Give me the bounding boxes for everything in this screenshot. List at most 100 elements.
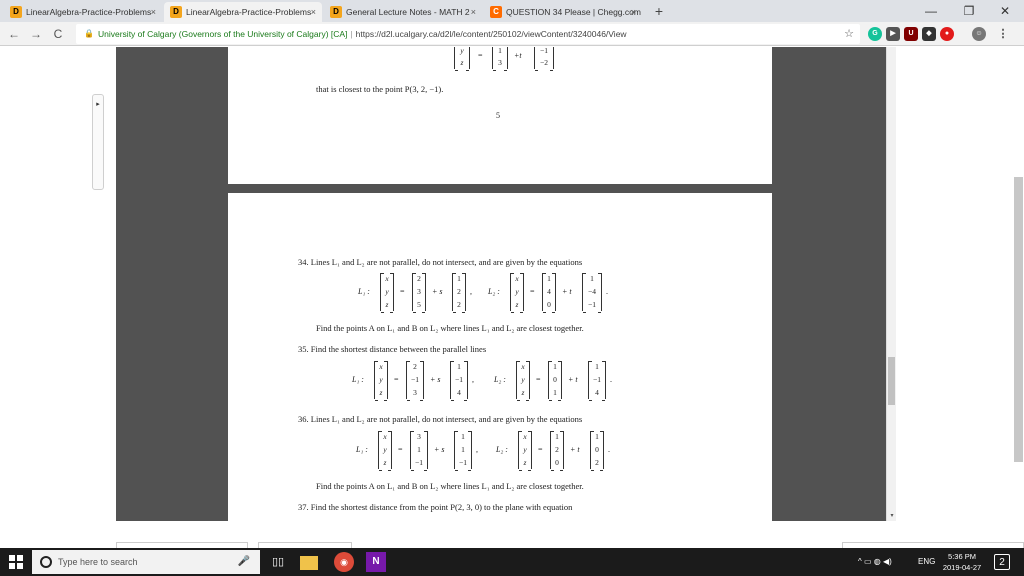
period: . — [606, 287, 608, 296]
pdf-scroll-thumb[interactable] — [888, 357, 895, 405]
close-window-button[interactable]: ✕ — [986, 0, 1024, 22]
pdf-scrollbar[interactable]: ▾ — [886, 47, 896, 521]
q35-equations: L₁ : xyz = 2 −1 3 + s 1 −1 4 , L₂ : xyz = 10… — [352, 361, 682, 401]
pdf-canvas[interactable]: yz = 13 +t −1 −2 that is closest to the p… — [116, 47, 886, 521]
windows-start-icon[interactable] — [8, 554, 24, 570]
cortana-icon — [40, 556, 52, 568]
record-icon[interactable]: ● — [940, 27, 954, 41]
comma: , — [472, 375, 474, 384]
media-icon[interactable]: ▶ — [886, 27, 900, 41]
tab-3[interactable]: C QUESTION 34 Please | Chegg.com × — [484, 2, 642, 22]
microphone-icon[interactable]: 🎤 — [238, 550, 250, 574]
bookmark-star-icon[interactable]: ☆ — [844, 24, 854, 44]
tab-0[interactable]: D LinearAlgebra-Practice-Problems × — [4, 2, 162, 22]
vector-xyz: xyz — [516, 361, 530, 401]
question-36: 36. Lines L₁ and L₂ are not parallel, do… — [298, 414, 583, 424]
tab-title: LinearAlgebra-Practice-Problems — [186, 7, 312, 17]
tab-title: LinearAlgebra-Practice-Problems — [26, 7, 152, 17]
address-bar[interactable]: 🔒 University of Calgary (Governors of th… — [76, 24, 860, 44]
equals-sign: = — [398, 445, 403, 454]
pdf-page-5: yz = 13 +t −1 −2 that is closest to the p… — [228, 47, 772, 184]
back-button[interactable]: ← — [6, 26, 22, 42]
close-icon[interactable]: × — [631, 2, 636, 22]
L1-direction: 1 −1 4 — [450, 361, 468, 401]
cast-icon[interactable]: ◆ — [922, 27, 936, 41]
parameter-t: +t — [514, 51, 522, 60]
L1-label: L₁ : — [356, 445, 368, 454]
tab-2[interactable]: D General Lecture Notes - MATH 2 × — [324, 2, 482, 22]
reload-button[interactable]: C — [50, 26, 66, 42]
system-clock[interactable]: 5:36 PM 2019-04-27 — [940, 551, 984, 573]
vector-direction: −1 −2 — [534, 47, 554, 71]
minimize-button[interactable]: — — [912, 0, 950, 22]
page-scrollbar-thumb[interactable] — [1014, 177, 1023, 462]
ublock-icon[interactable]: U — [904, 27, 918, 41]
question-34: 34. Lines L₁ and L₂ are not parallel, do… — [298, 257, 583, 267]
vector-xyz: xyz — [380, 273, 394, 313]
equals-sign: = — [530, 287, 535, 296]
d2l-icon: D — [170, 6, 182, 18]
forward-button[interactable]: → — [28, 26, 44, 42]
clock-date: 2019-04-27 — [942, 563, 982, 572]
L1-label: L₁ : — [358, 287, 370, 296]
parameter-s: + s — [434, 445, 445, 454]
equals-sign: = — [538, 445, 543, 454]
tab-1[interactable]: D LinearAlgebra-Practice-Problems × — [164, 2, 322, 22]
parameter-s: + s — [430, 375, 441, 384]
collapse-panel-button[interactable]: ▸ — [92, 94, 104, 190]
clock-time: 5:36 PM — [948, 552, 976, 561]
parameter-t: + t — [562, 287, 572, 296]
onenote-icon[interactable]: N — [366, 552, 386, 572]
L2-direction: 1 −1 4 — [588, 361, 606, 401]
L2-label: L₂ : — [488, 287, 500, 296]
L1-point: 2 −1 3 — [406, 361, 424, 401]
restore-button[interactable]: ❐ — [950, 0, 988, 22]
parameter-t: + t — [570, 445, 580, 454]
tab-title: QUESTION 34 Please | Chegg.com — [506, 7, 641, 17]
task-view-icon[interactable]: ▯▯ — [268, 552, 288, 572]
taskbar-search-input[interactable]: Type here to search 🎤 — [32, 550, 260, 574]
period: . — [608, 445, 610, 454]
browser-toolbar: ← → C 🔒 University of Calgary (Governors… — [0, 22, 1024, 46]
chrome-icon[interactable]: ◉ — [334, 552, 354, 572]
menu-icon[interactable]: ⋮ — [996, 27, 1010, 41]
tab-title: General Lecture Notes - MATH 2 — [346, 7, 470, 17]
url-text: https://d2l.ucalgary.ca/d2l/le/content/2… — [355, 29, 627, 39]
notification-center-icon[interactable]: 2 — [994, 554, 1010, 570]
L2-direction: 102 — [590, 431, 604, 471]
vector-point: 13 — [492, 47, 508, 71]
period: . — [610, 375, 612, 384]
lock-icon: 🔒 — [84, 29, 94, 38]
closest-point-text: that is closest to the point P(3, 2, −1)… — [316, 84, 444, 94]
close-icon[interactable]: × — [311, 2, 316, 22]
L2-point: 120 — [550, 431, 564, 471]
chevron-right-icon: ▸ — [96, 101, 100, 108]
page-number: 5 — [496, 111, 500, 120]
tab-strip: D LinearAlgebra-Practice-Problems × D Li… — [0, 0, 1024, 22]
q34-equations: L₁ : xyz = 235 + s 122 , L₂ : xyz = 140 … — [358, 273, 678, 313]
new-tab-button[interactable]: + — [652, 3, 666, 19]
pdf-page-6: 34. Lines L₁ and L₂ are not parallel, do… — [228, 193, 772, 521]
vector-xyz: yz — [454, 47, 470, 71]
parameter-s: + s — [432, 287, 443, 296]
equals-sign: = — [400, 287, 405, 296]
vector-xyz: xyz — [378, 431, 392, 471]
L1-point: 3 1 −1 — [410, 431, 428, 471]
L2-label: L₂ : — [494, 375, 506, 384]
profile-icon[interactable]: ☺ — [972, 27, 986, 41]
question-37: 37. Find the shortest distance from the … — [298, 502, 573, 512]
vector-xyz: xyz — [374, 361, 388, 401]
tray-icons[interactable]: ^ ▭ ◍ ◀) — [858, 548, 892, 576]
grammarly-icon[interactable]: G — [868, 27, 882, 41]
equals-sign: = — [478, 51, 483, 60]
input-language[interactable]: ENG — [918, 548, 935, 576]
right-pane — [896, 47, 1024, 521]
L1-direction: 122 — [452, 273, 466, 313]
L1-label: L₁ : — [352, 375, 364, 384]
close-icon[interactable]: × — [151, 2, 156, 22]
close-icon[interactable]: × — [471, 2, 476, 22]
search-placeholder: Type here to search — [58, 557, 138, 567]
equals-sign: = — [394, 375, 399, 384]
vector-xyz: xyz — [510, 273, 524, 313]
file-explorer-icon[interactable] — [300, 556, 318, 570]
